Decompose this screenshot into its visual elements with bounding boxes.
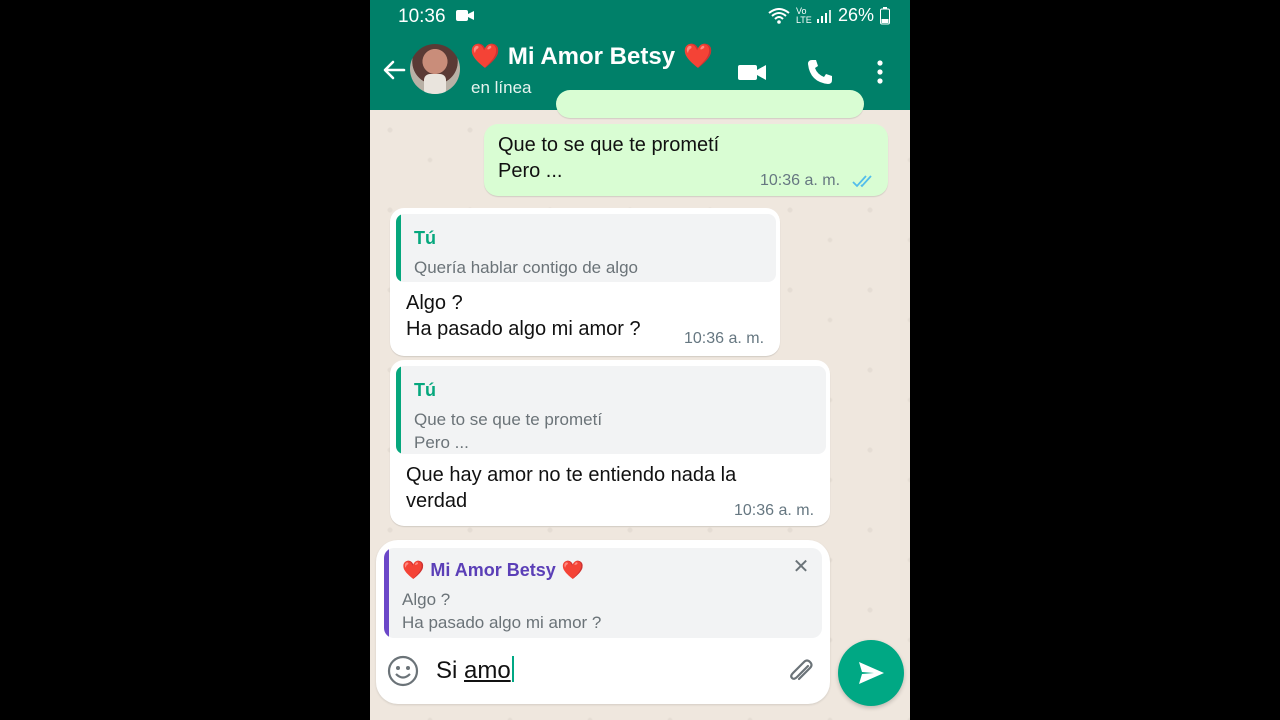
presence-status: en línea	[471, 78, 532, 97]
message-line: Que to se que te prometí	[498, 134, 720, 156]
contact-name[interactable]: ❤️ Mi Amor Betsy ❤️	[470, 42, 713, 71]
quote-line: Pero ...	[414, 433, 469, 452]
quote-line: Que to se que te prometí	[414, 410, 603, 429]
message-bubble-incoming[interactable]: Tú Que to se que te prometí Pero ... Que…	[390, 360, 830, 526]
message-bubble-partial[interactable]	[556, 90, 864, 118]
message-text: Que to se que te prometí Pero ...	[498, 132, 719, 184]
reply-author-text: Mi Amor Betsy	[430, 560, 556, 580]
quote-bar	[396, 214, 401, 282]
avatar[interactable]	[410, 44, 460, 94]
message-line: verdad	[406, 490, 468, 512]
text-caret	[511, 656, 514, 682]
message-line: Ha pasado algo mi amor ?	[406, 318, 641, 340]
send-icon	[859, 662, 884, 684]
send-button[interactable]	[838, 640, 904, 706]
quoted-message[interactable]: Tú Que to se que te prometí Pero ...	[396, 366, 826, 454]
message-time: 10:36 a. m.	[760, 172, 841, 189]
network-type: Vo LTE	[795, 5, 812, 25]
message-text: Que hay amor no te entiendo nada la verd…	[406, 462, 736, 514]
back-arrow-icon[interactable]	[380, 56, 408, 84]
read-ticks-icon	[852, 175, 872, 188]
message-line: Pero ...	[498, 160, 563, 182]
heart-emoji: ❤️	[402, 560, 425, 580]
message-line: Que hay amor no te entiendo nada la	[406, 464, 737, 486]
more-vert-icon[interactable]	[864, 56, 896, 88]
status-indicators: Vo LTE 26%	[768, 5, 890, 26]
message-bubble-outgoing[interactable]: Que to se que te prometí Pero ... 10:36 …	[484, 124, 888, 196]
reply-preview[interactable]: ❤️ Mi Amor Betsy ❤️ Algo ? Ha pasado alg…	[384, 548, 822, 638]
heart-emoji: ❤️	[470, 43, 500, 70]
quote-text: Quería hablar contigo de algo	[414, 258, 638, 277]
status-bar: 10:36 Vo LTE 26%	[370, 0, 910, 32]
message-text: Algo ? Ha pasado algo mi amor ?	[406, 290, 641, 342]
reply-line: Ha pasado algo mi amor ?	[402, 613, 602, 632]
attach-icon[interactable]	[786, 656, 816, 686]
quote-bar	[396, 366, 401, 454]
message-composer: ❤️ Mi Amor Betsy ❤️ Algo ? Ha pasado alg…	[376, 540, 830, 704]
battery-percent: 26%	[837, 5, 874, 25]
battery-icon	[880, 6, 890, 24]
screen-record-icon	[456, 10, 474, 21]
message-input[interactable]: Si amo	[376, 640, 830, 704]
message-time: 10:36 a. m.	[684, 330, 765, 347]
message-bubble-incoming[interactable]: Tú Quería hablar contigo de algo Algo ? …	[390, 208, 780, 356]
contact-name-text: Mi Amor Betsy	[507, 42, 676, 70]
quote-author: Tú	[414, 228, 436, 248]
quoted-message[interactable]: Tú Quería hablar contigo de algo	[396, 214, 776, 282]
video-call-icon[interactable]	[736, 56, 768, 88]
quote-text: Que to se que te prometí Pero ...	[414, 408, 602, 454]
wifi-icon	[768, 7, 790, 24]
quote-author: Tú	[414, 380, 436, 400]
typed-text: Si amo	[436, 656, 514, 685]
reply-author: ❤️ Mi Amor Betsy ❤️	[402, 560, 584, 581]
message-line: Algo ?	[406, 292, 463, 314]
heart-emoji: ❤️	[683, 43, 713, 70]
status-time: 10:36	[398, 6, 446, 27]
reply-text: Algo ? Ha pasado algo mi amor ?	[402, 588, 601, 634]
heart-emoji: ❤️	[561, 560, 585, 580]
whatsapp-screen: 10:36 Vo LTE 26% ❤️ Mi Amor Betsy ❤️ en …	[370, 0, 910, 720]
phone-icon[interactable]	[804, 56, 836, 88]
typed-text-prefix: Si	[436, 657, 465, 684]
typed-text-underlined: amo	[464, 657, 511, 684]
message-time: 10:36 a. m.	[734, 502, 815, 519]
close-icon[interactable]: ✕	[790, 556, 812, 578]
signal-icon	[816, 9, 831, 23]
emoji-icon[interactable]	[386, 654, 420, 688]
reply-line: Algo ?	[402, 590, 451, 609]
reply-bar	[384, 548, 389, 638]
